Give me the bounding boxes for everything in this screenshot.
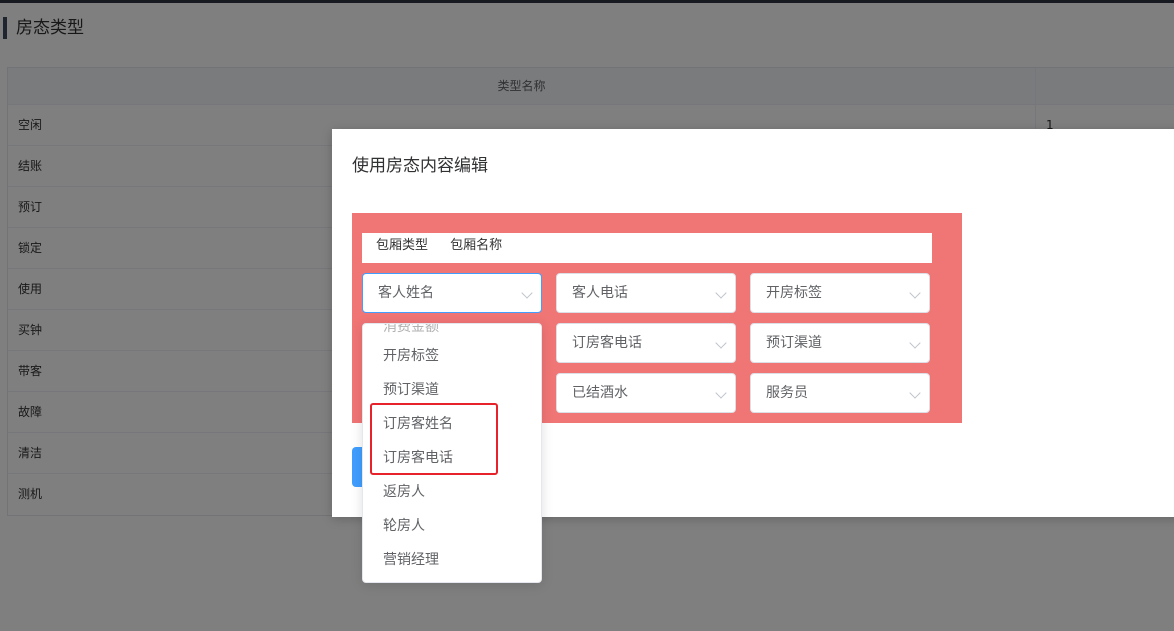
select-waiter[interactable]: 服务员 — [750, 373, 930, 413]
chevron-down-icon — [909, 387, 921, 399]
select-value: 订房客电话 — [572, 335, 642, 351]
select-guest-phone[interactable]: 客人电话 — [556, 273, 736, 313]
tag-bar[interactable]: 包厢类型 包厢名称 — [362, 233, 932, 263]
select-settled-drinks[interactable]: 已结酒水 — [556, 373, 736, 413]
dropdown-item[interactable]: 开房标签 — [363, 339, 541, 373]
tag-room-name[interactable]: 包厢名称 — [450, 238, 502, 253]
select-value: 客人姓名 — [378, 285, 434, 301]
dropdown-item[interactable]: 营销经理 — [363, 543, 541, 577]
tag-room-type[interactable]: 包厢类型 — [376, 238, 428, 253]
chevron-down-icon — [521, 287, 533, 299]
select-value: 预订渠道 — [766, 335, 822, 351]
chevron-down-icon — [715, 287, 727, 299]
chevron-down-icon — [715, 337, 727, 349]
select-value: 客人电话 — [572, 285, 628, 301]
select-booking-channel[interactable]: 预订渠道 — [750, 323, 930, 363]
dropdown-item[interactable]: 预订渠道 — [363, 373, 541, 407]
select-value: 已结酒水 — [572, 385, 628, 401]
chevron-down-icon — [909, 337, 921, 349]
select-open-tag[interactable]: 开房标签 — [750, 273, 930, 313]
dialog-title: 使用房态内容编辑 — [352, 156, 488, 176]
select-booker-phone[interactable]: 订房客电话 — [556, 323, 736, 363]
select-value: 服务员 — [766, 385, 808, 401]
select-value: 开房标签 — [766, 285, 822, 301]
dropdown-item[interactable]: 返房人 — [363, 475, 541, 509]
chevron-down-icon — [909, 287, 921, 299]
dropdown-item[interactable]: 轮房人 — [363, 509, 541, 543]
chevron-down-icon — [715, 387, 727, 399]
red-highlight-box — [370, 403, 498, 475]
select-guest-name[interactable]: 客人姓名 — [362, 273, 542, 313]
